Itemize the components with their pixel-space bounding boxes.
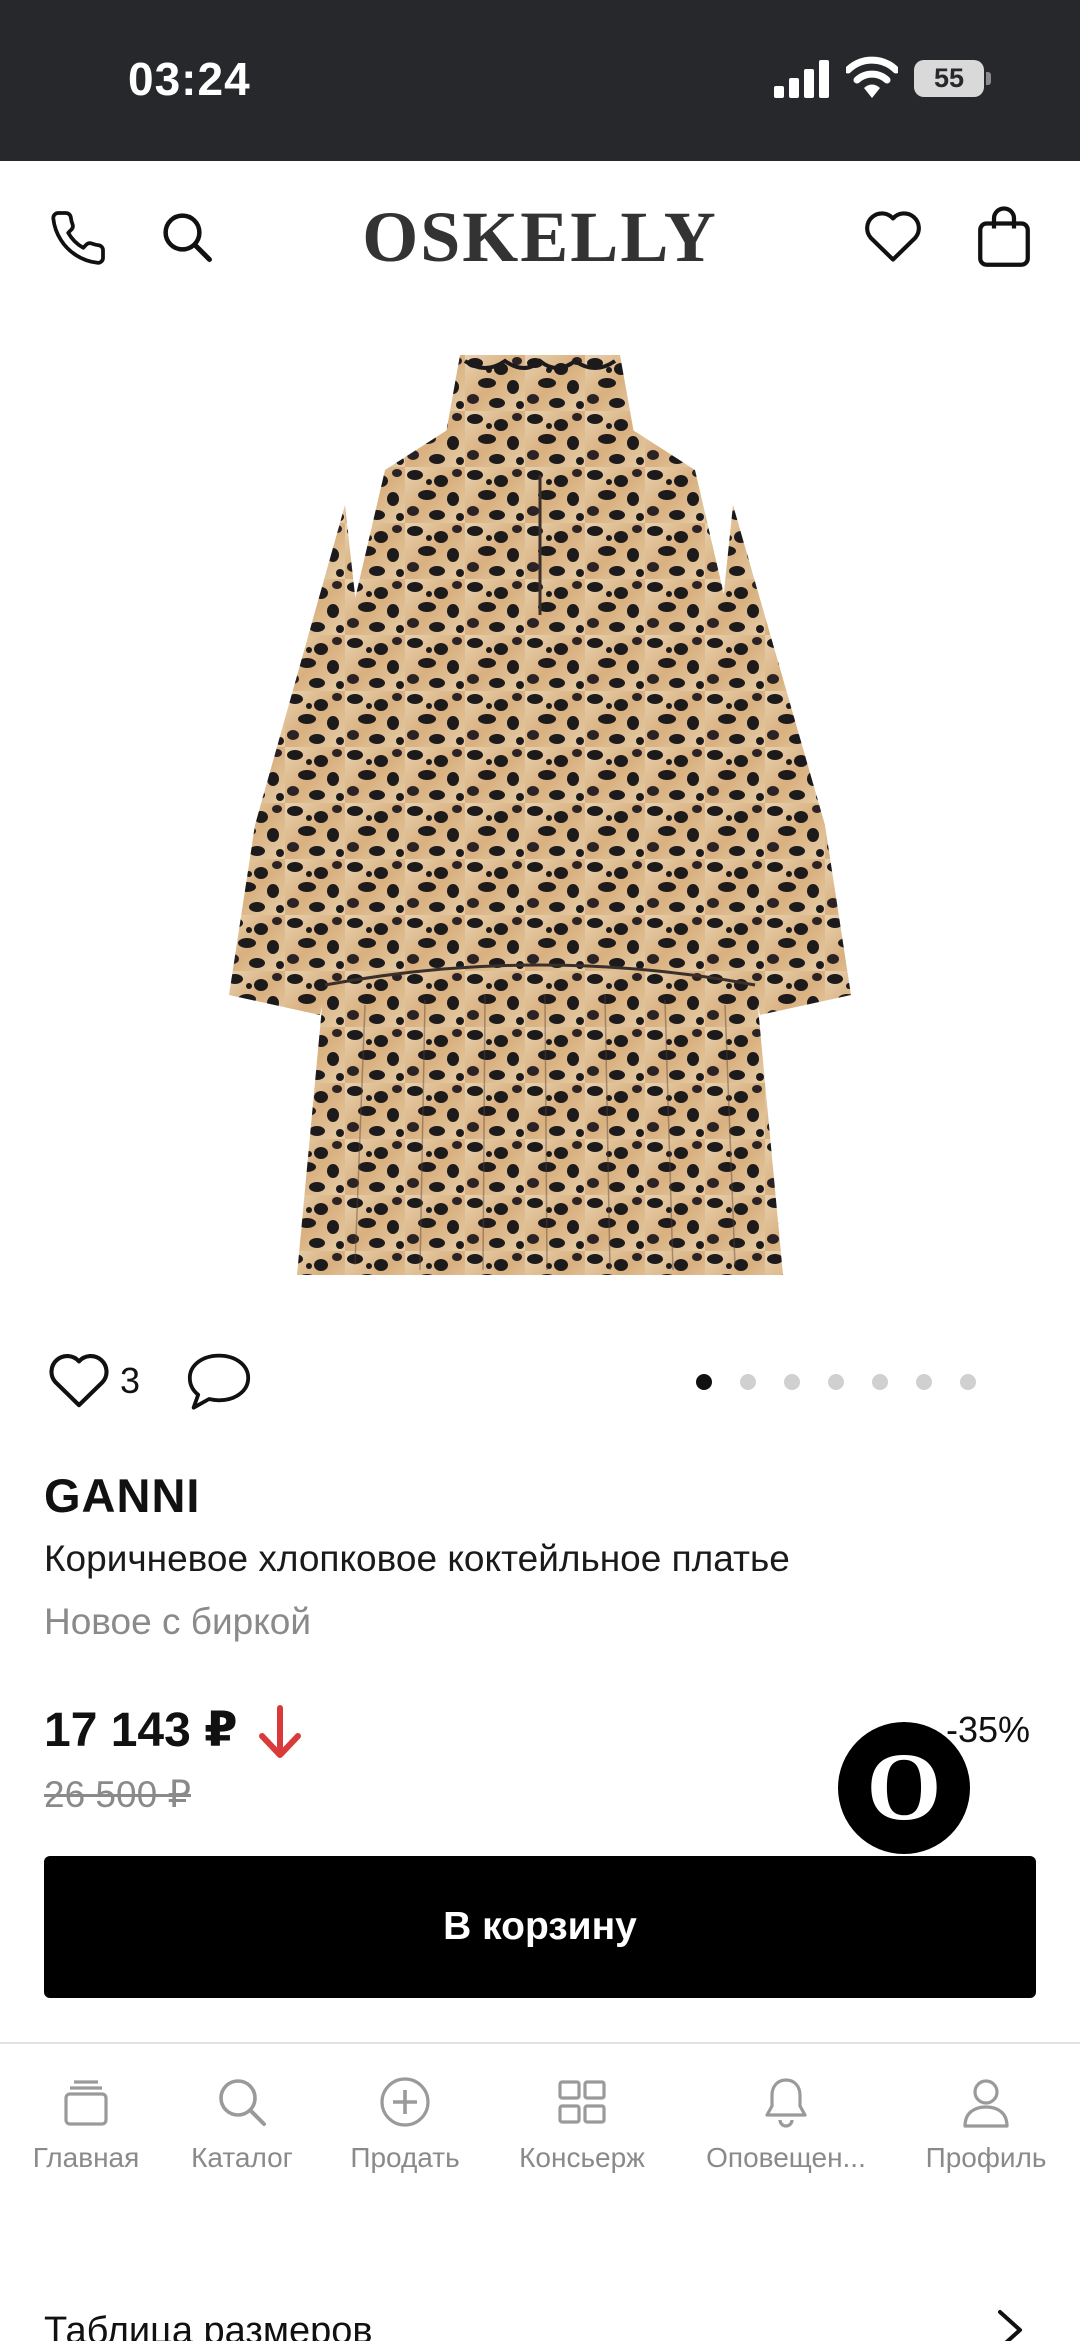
grid-icon <box>558 2080 606 2124</box>
battery-level: 55 <box>933 63 965 93</box>
comment-icon[interactable] <box>186 1350 252 1412</box>
search-icon <box>219 2079 266 2126</box>
tab-profile[interactable]: Профиль <box>918 2074 1054 2174</box>
chevron-right-icon <box>998 2310 1022 2341</box>
home-stack-icon <box>64 2080 108 2126</box>
product-brand[interactable]: GANNI <box>44 1468 200 1523</box>
bell-icon <box>765 2078 807 2128</box>
product-image[interactable] <box>225 355 855 1305</box>
tab-profile-label: Профиль <box>925 2142 1047 2173</box>
price-drop-arrow-icon <box>259 1705 301 1758</box>
current-price: 17 143 ₽ <box>44 1704 238 1757</box>
tab-catalog[interactable]: Каталог <box>182 2074 302 2174</box>
like-count: 3 <box>120 1360 141 1401</box>
tab-sell[interactable]: Продать <box>340 2074 470 2174</box>
product-condition: Новое с биркой <box>44 1601 312 1642</box>
tab-home[interactable]: Главная <box>26 2074 146 2174</box>
battery-cap <box>986 72 991 85</box>
tab-notifications-label: Оповещен... <box>706 2142 866 2173</box>
tab-catalog-label: Каталог <box>191 2142 293 2173</box>
old-price: 26 500 ₽ <box>44 1774 191 1815</box>
carousel-dot[interactable] <box>784 1374 800 1390</box>
phone-icon[interactable] <box>48 208 108 268</box>
wifi-icon <box>846 56 898 98</box>
status-bar: 03:24 55 <box>0 0 1080 161</box>
signal-icon <box>774 60 829 98</box>
size-chart-label: Таблица размеров <box>44 2310 373 2341</box>
tab-sell-label: Продать <box>350 2142 460 2173</box>
tab-concierge[interactable]: Консьерж <box>508 2074 656 2174</box>
carousel-dot[interactable] <box>916 1374 932 1390</box>
app-logo[interactable]: OSKELLY <box>340 196 740 279</box>
carousel-dot[interactable] <box>696 1374 712 1390</box>
tab-home-label: Главная <box>32 2142 140 2173</box>
product-title: Коричневое хлопковое коктейльное платье <box>44 1538 790 1579</box>
add-to-cart-button[interactable]: В корзину <box>44 1856 1036 1998</box>
bottom-tab-bar: Главная Каталог Продать Консьерж Оповеще… <box>0 2042 1080 2212</box>
battery-indicator: 55 <box>914 60 984 97</box>
search-icon[interactable] <box>160 210 214 264</box>
size-chart-row[interactable]: Таблица размеров <box>0 2290 1080 2341</box>
user-icon <box>963 2079 1009 2128</box>
discount-badge: -35% <box>946 1709 1031 1750</box>
tab-notifications[interactable]: Оповещен... <box>696 2074 876 2174</box>
carousel-dot[interactable] <box>740 1374 756 1390</box>
image-carousel-dots[interactable] <box>696 1374 976 1390</box>
shopping-bag-icon[interactable] <box>974 202 1034 270</box>
status-time: 03:24 <box>128 53 251 105</box>
like-button[interactable] <box>46 1348 112 1410</box>
carousel-dot[interactable] <box>872 1374 888 1390</box>
carousel-dot[interactable] <box>828 1374 844 1390</box>
tab-concierge-label: Консьерж <box>519 2142 645 2173</box>
carousel-dot[interactable] <box>960 1374 976 1390</box>
favorites-icon[interactable] <box>862 206 924 264</box>
plus-circle-icon <box>380 2077 430 2127</box>
assistant-chat-button[interactable]: O <box>838 1722 970 1854</box>
